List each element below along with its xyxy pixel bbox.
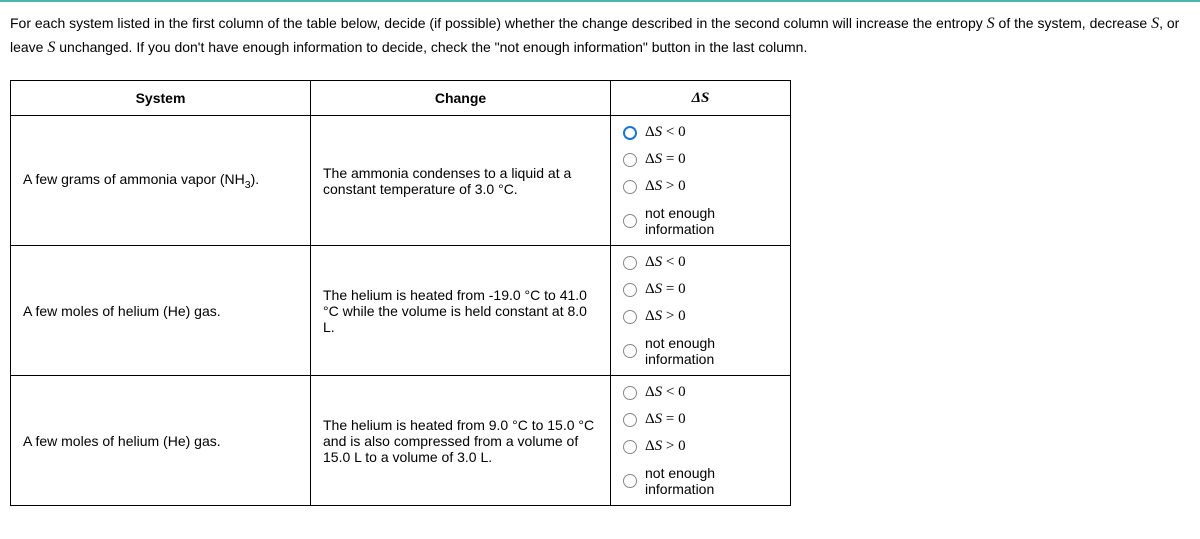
table-row: A few moles of helium (He) gas. The heliu… (11, 246, 791, 376)
option-ne[interactable]: not enoughinformation (623, 465, 778, 497)
radio-icon[interactable] (623, 126, 637, 140)
radio-icon[interactable] (623, 310, 637, 324)
instr-part4: unchanged. If you don't have enough info… (55, 39, 807, 55)
option-label: ΔS < 0 (645, 254, 686, 271)
instr-part2: of the system, decrease (999, 15, 1152, 31)
option-label: ΔS > 0 (645, 438, 686, 455)
option-gt[interactable]: ΔS > 0 (623, 178, 778, 195)
instr-part1: For each system listed in the first colu… (10, 15, 987, 31)
options-cell: ΔS < 0 ΔS = 0 ΔS > 0 not enoughinformation (611, 246, 791, 376)
radio-icon[interactable] (623, 474, 637, 488)
header-system: System (11, 81, 311, 116)
radio-icon[interactable] (623, 180, 637, 194)
header-ds: ΔS (611, 81, 791, 116)
instructions-text: For each system listed in the first colu… (10, 12, 1190, 60)
option-eq[interactable]: ΔS = 0 (623, 151, 778, 168)
option-eq[interactable]: ΔS = 0 (623, 281, 778, 298)
instr-var2: S (1151, 15, 1159, 32)
option-label: not enoughinformation (645, 205, 715, 237)
system-text: A few moles of helium (He) gas. (23, 303, 221, 319)
option-label: ΔS > 0 (645, 178, 686, 195)
radio-icon[interactable] (623, 440, 637, 454)
option-ne[interactable]: not enoughinformation (623, 205, 778, 237)
radio-icon[interactable] (623, 413, 637, 427)
radio-icon[interactable] (623, 256, 637, 270)
option-lt[interactable]: ΔS < 0 (623, 124, 778, 141)
option-label: ΔS > 0 (645, 308, 686, 325)
header-change: Change (311, 81, 611, 116)
entropy-table: System Change ΔS A few grams of ammonia … (10, 80, 791, 506)
option-label: not enoughinformation (645, 465, 715, 497)
change-cell: The ammonia condenses to a liquid at a c… (311, 116, 611, 246)
system-cell: A few moles of helium (He) gas. (11, 376, 311, 506)
options-group: ΔS < 0 ΔS = 0 ΔS > 0 not enoughinformation (623, 254, 778, 367)
option-label: ΔS = 0 (645, 281, 686, 298)
radio-icon[interactable] (623, 214, 637, 228)
option-lt[interactable]: ΔS < 0 (623, 254, 778, 271)
radio-icon[interactable] (623, 153, 637, 167)
option-gt[interactable]: ΔS > 0 (623, 438, 778, 455)
system-text: A few grams of ammonia vapor (NH (23, 171, 245, 187)
options-group: ΔS < 0 ΔS = 0 ΔS > 0 not enoughinformation (623, 124, 778, 237)
table-row: A few moles of helium (He) gas. The heliu… (11, 376, 791, 506)
option-ne[interactable]: not enoughinformation (623, 335, 778, 367)
radio-icon[interactable] (623, 344, 637, 358)
instr-var1: S (987, 15, 995, 32)
options-cell: ΔS < 0 ΔS = 0 ΔS > 0 not enoughinformation (611, 116, 791, 246)
options-group: ΔS < 0 ΔS = 0 ΔS > 0 not enoughinformation (623, 384, 778, 497)
system-cell: A few grams of ammonia vapor (NH3). (11, 116, 311, 246)
system-text: A few moles of helium (He) gas. (23, 433, 221, 449)
table-row: A few grams of ammonia vapor (NH3).The a… (11, 116, 791, 246)
change-cell: The helium is heated from -19.0 °C to 41… (311, 246, 611, 376)
radio-icon[interactable] (623, 386, 637, 400)
option-label: ΔS < 0 (645, 384, 686, 401)
system-cell: A few moles of helium (He) gas. (11, 246, 311, 376)
option-eq[interactable]: ΔS = 0 (623, 411, 778, 428)
option-label: ΔS < 0 (645, 124, 686, 141)
option-gt[interactable]: ΔS > 0 (623, 308, 778, 325)
radio-icon[interactable] (623, 283, 637, 297)
option-lt[interactable]: ΔS < 0 (623, 384, 778, 401)
change-cell: The helium is heated from 9.0 °C to 15.0… (311, 376, 611, 506)
option-label: ΔS = 0 (645, 151, 686, 168)
option-label: ΔS = 0 (645, 411, 686, 428)
system-suffix: ). (251, 171, 260, 187)
options-cell: ΔS < 0 ΔS = 0 ΔS > 0 not enoughinformation (611, 376, 791, 506)
table-header-row: System Change ΔS (11, 81, 791, 116)
option-label: not enoughinformation (645, 335, 715, 367)
